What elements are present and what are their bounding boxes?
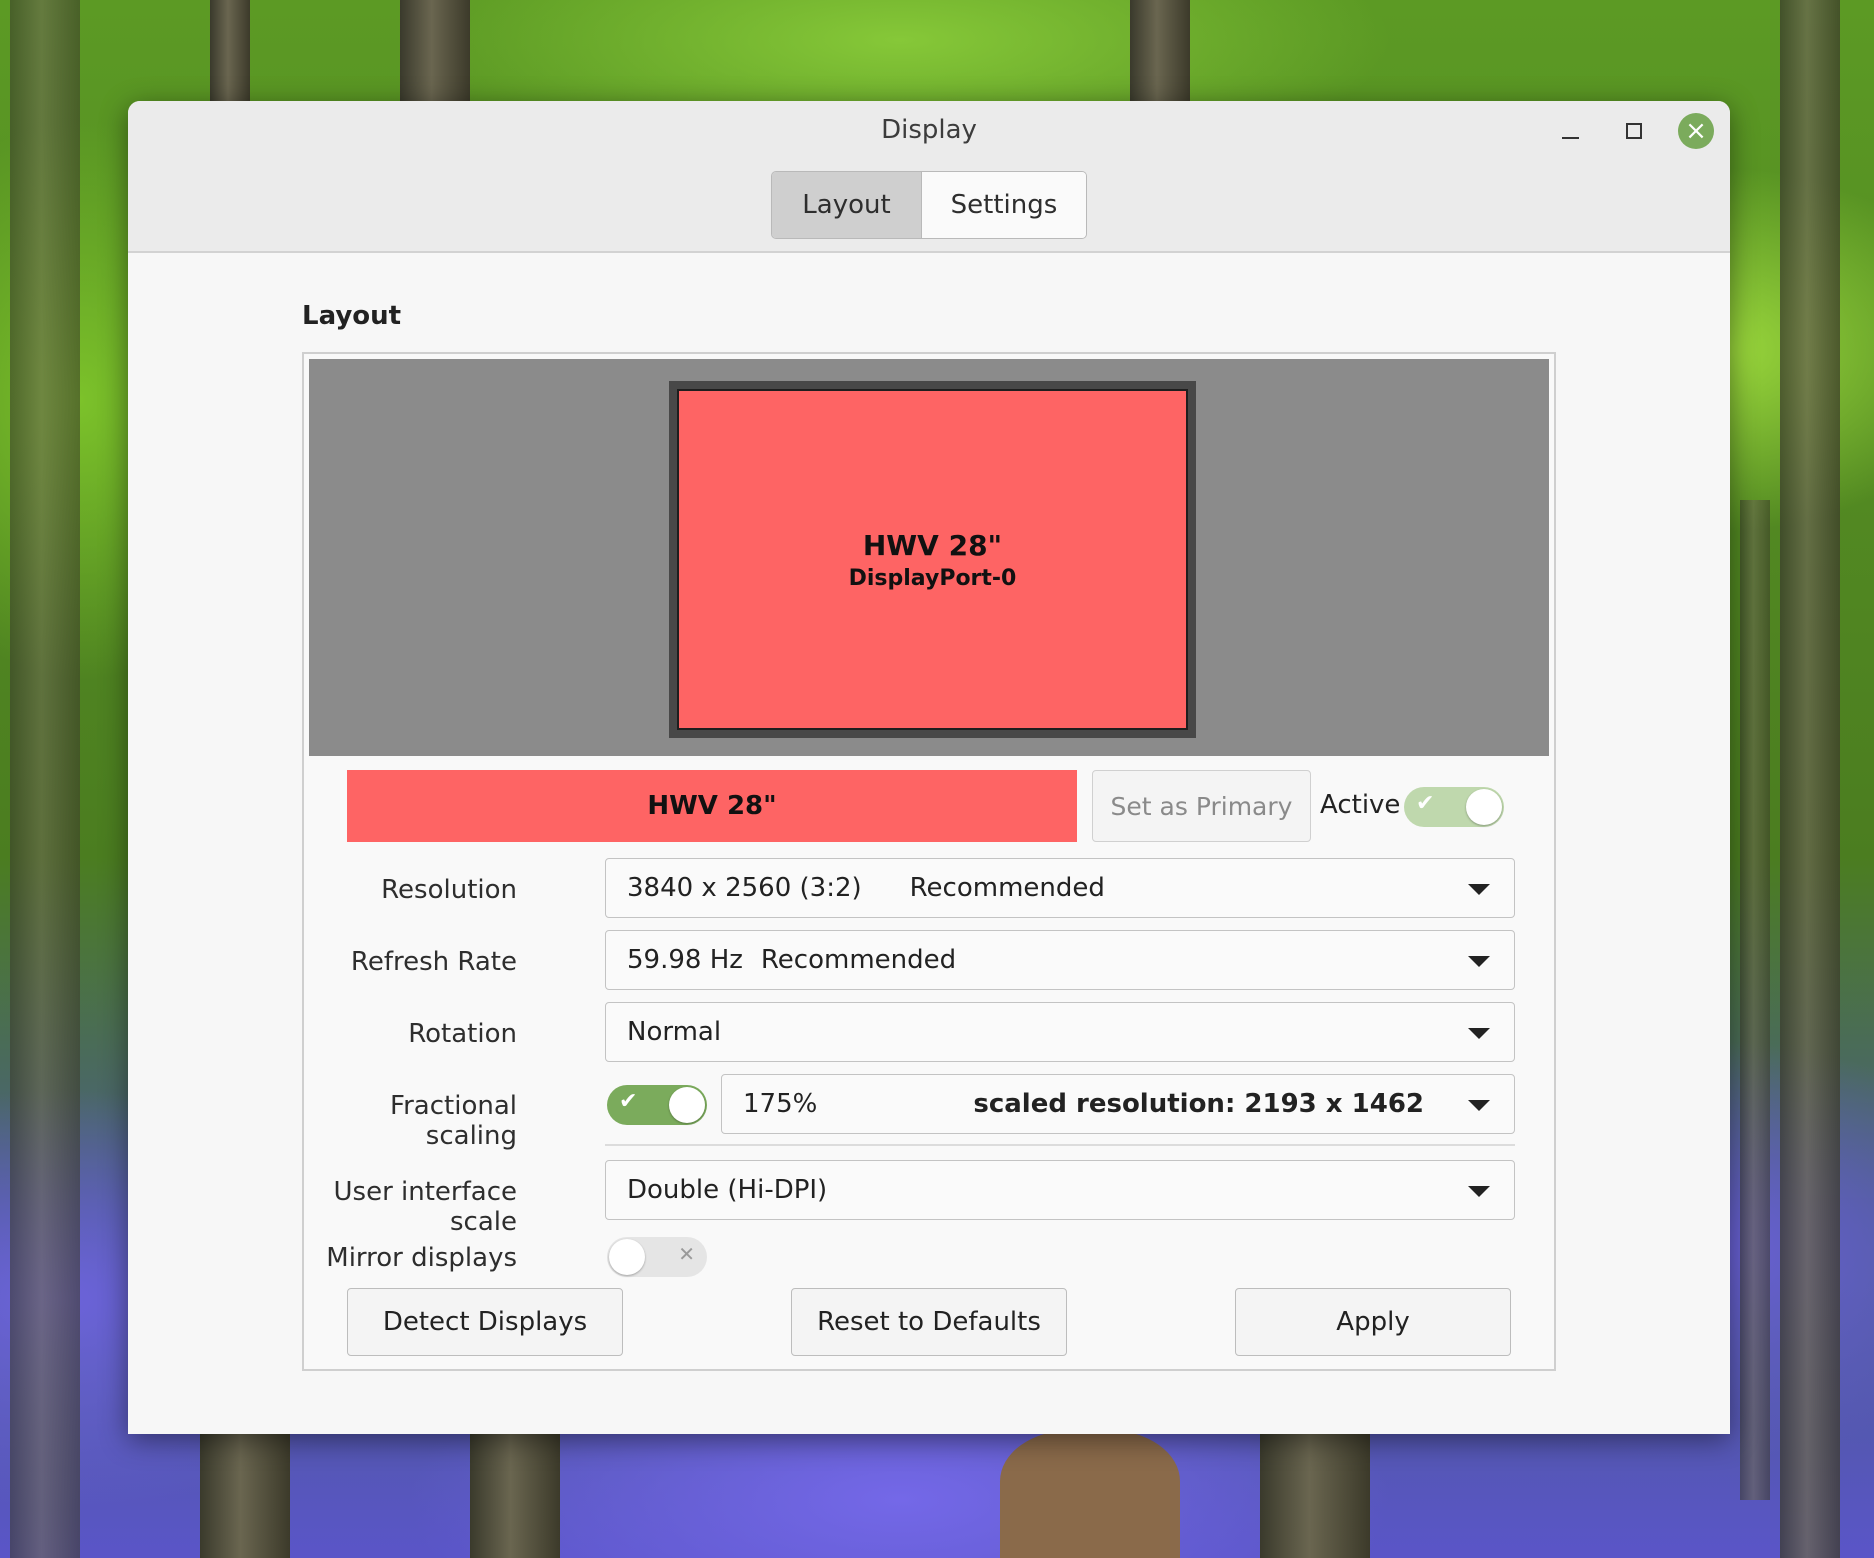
- toggle-knob: [609, 1239, 645, 1275]
- refresh-rate-value: 59.98 Hz: [627, 945, 743, 975]
- resolution-dropdown[interactable]: 3840 x 2560 (3:2) Recommended: [605, 858, 1515, 918]
- scale-percent-dropdown[interactable]: 175% scaled resolution: 2193 x 1462: [721, 1074, 1515, 1134]
- toggle-knob: [1466, 789, 1502, 825]
- active-toggle[interactable]: ✔: [1404, 787, 1504, 827]
- apply-button[interactable]: Apply: [1235, 1288, 1511, 1356]
- tab-settings[interactable]: Settings: [922, 172, 1086, 238]
- mirror-displays-label: Mirror displays: [326, 1243, 517, 1273]
- active-label: Active: [1320, 790, 1401, 820]
- header-bar: Display × Layout Settings: [128, 101, 1730, 253]
- chevron-down-icon: [1468, 884, 1490, 895]
- minimize-button[interactable]: [1552, 113, 1588, 149]
- scaled-resolution-text: scaled resolution: 2193 x 1462: [973, 1089, 1424, 1119]
- close-button[interactable]: ×: [1678, 113, 1714, 149]
- maximize-icon: [1626, 123, 1642, 139]
- x-icon: ✕: [678, 1242, 695, 1266]
- fractional-scaling-label: Fractional scaling: [390, 1091, 517, 1151]
- toggle-knob: [669, 1087, 705, 1123]
- scale-percent-value: 175%: [743, 1089, 818, 1119]
- divider: [605, 1144, 1515, 1146]
- window-title: Display: [881, 115, 977, 145]
- fractional-scaling-toggle[interactable]: ✔: [607, 1085, 707, 1125]
- check-icon: ✔: [1416, 791, 1435, 816]
- rotation-dropdown[interactable]: Normal: [605, 1002, 1515, 1062]
- display-settings-window: Display × Layout Settings Layout HWV 28"…: [128, 101, 1730, 1434]
- monitor-tile-face: HWV 28" DisplayPort-0: [677, 389, 1188, 730]
- set-primary-button[interactable]: Set as Primary: [1092, 770, 1311, 842]
- ui-scale-value: Double (Hi-DPI): [627, 1175, 828, 1205]
- chevron-down-icon: [1468, 1028, 1490, 1039]
- tab-switcher: Layout Settings: [771, 171, 1087, 239]
- minimize-icon: [1561, 137, 1579, 139]
- ui-scale-dropdown[interactable]: Double (Hi-DPI): [605, 1160, 1515, 1220]
- refresh-rate-dropdown[interactable]: 59.98 Hz Recommended: [605, 930, 1515, 990]
- monitor-tile[interactable]: HWV 28" DisplayPort-0: [669, 381, 1196, 738]
- ui-scale-label: User interface scale: [333, 1177, 518, 1237]
- rotation-value: Normal: [627, 1017, 722, 1047]
- chevron-down-icon: [1468, 956, 1490, 967]
- maximize-button[interactable]: [1616, 113, 1652, 149]
- resolution-note: Recommended: [909, 873, 1105, 903]
- layout-frame: HWV 28" DisplayPort-0 HWV 28" Set as Pri…: [302, 352, 1556, 1371]
- close-icon: ×: [1685, 116, 1707, 146]
- rotation-label: Rotation: [408, 1019, 517, 1049]
- refresh-rate-label: Refresh Rate: [350, 947, 517, 977]
- refresh-rate-note: Recommended: [760, 945, 957, 975]
- mirror-displays-toggle[interactable]: ✕: [607, 1237, 707, 1277]
- reset-to-defaults-button[interactable]: Reset to Defaults: [791, 1288, 1067, 1356]
- detect-displays-button[interactable]: Detect Displays: [347, 1288, 623, 1356]
- monitor-port: DisplayPort-0: [848, 565, 1017, 591]
- monitor-arrangement-canvas[interactable]: HWV 28" DisplayPort-0: [309, 359, 1549, 756]
- check-icon: ✔: [619, 1089, 638, 1114]
- tab-layout[interactable]: Layout: [772, 172, 922, 238]
- resolution-value: 3840 x 2560 (3:2): [627, 873, 862, 903]
- selected-monitor-bar: HWV 28": [347, 770, 1077, 842]
- chevron-down-icon: [1468, 1100, 1490, 1111]
- resolution-label: Resolution: [381, 875, 517, 905]
- section-title: Layout: [302, 301, 402, 331]
- chevron-down-icon: [1468, 1186, 1490, 1197]
- monitor-name: HWV 28": [862, 528, 1003, 562]
